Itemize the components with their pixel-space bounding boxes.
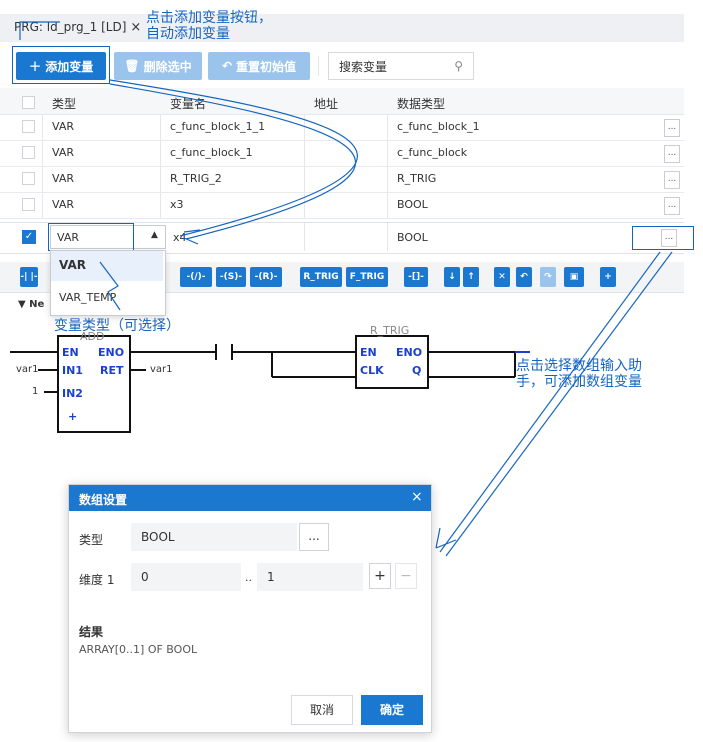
ok-button[interactable]: 确定 xyxy=(361,695,423,725)
array-settings-dialog: 数组设置 × 类型 BOOL ... 维度 1 0 .. 1 + − 结果 AR… xyxy=(68,484,432,733)
type-picker-button[interactable]: ... xyxy=(299,523,329,551)
type-field[interactable]: BOOL xyxy=(131,523,297,551)
type-label: 类型 xyxy=(79,533,104,547)
dimension-from-input[interactable]: 0 xyxy=(131,563,241,591)
remove-dimension-button[interactable]: − xyxy=(395,563,417,589)
result-value: ARRAY[0..1] OF BOOL xyxy=(79,643,198,656)
dimension-to-input[interactable]: 1 xyxy=(257,563,363,591)
dimension-from-value: 0 xyxy=(141,570,149,584)
dimension-separator: .. xyxy=(245,571,252,584)
result-label: 结果 xyxy=(79,625,104,639)
close-icon[interactable]: × xyxy=(411,489,423,505)
dialog-header: 数组设置 × xyxy=(69,485,431,511)
dimension-label: 维度 1 xyxy=(79,573,115,587)
type-field-value: BOOL xyxy=(141,530,175,544)
add-dimension-button[interactable]: + xyxy=(369,563,391,589)
dimension-to-value: 1 xyxy=(267,570,275,584)
dialog-title: 数组设置 xyxy=(79,493,128,507)
cancel-button[interactable]: 取消 xyxy=(291,695,353,725)
